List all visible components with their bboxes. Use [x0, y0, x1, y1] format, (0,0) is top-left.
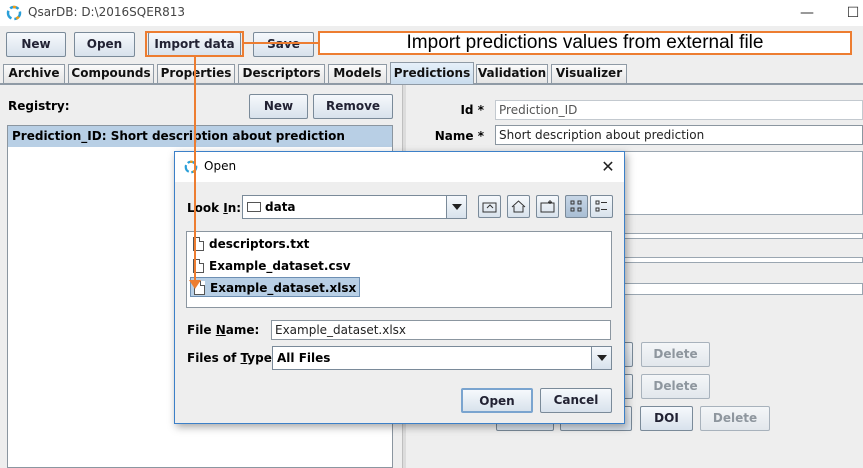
annotation-connector [243, 42, 318, 44]
dialog-title-bar [175, 152, 624, 182]
tab-properties[interactable]: Properties [157, 64, 235, 83]
file-name-label: File Name: [187, 323, 260, 337]
details-view-icon[interactable] [590, 195, 613, 218]
save-button[interactable]: Save [253, 32, 314, 57]
window-title: QsarDB: D:\2016SQER813 [28, 5, 186, 19]
open-button[interactable]: Open [74, 32, 135, 57]
chevron-down-icon[interactable] [591, 347, 611, 369]
home-icon[interactable] [507, 195, 530, 218]
annotation-arrowhead [189, 280, 201, 289]
file-type-label: Files of Type: [187, 351, 277, 365]
chevron-down-icon[interactable] [446, 196, 466, 218]
dialog-title: Open [204, 159, 237, 173]
registry-remove-button[interactable]: Remove [313, 94, 393, 119]
look-in-select[interactable]: data [242, 195, 467, 219]
annotation-callout: Import predictions values from external … [318, 31, 852, 55]
file-type-select[interactable]: All Files [272, 346, 612, 370]
tab-validation[interactable]: Validation [476, 64, 548, 83]
file-item-selected[interactable]: Example_dataset.xlsx [190, 277, 361, 297]
field-bg-1 [605, 233, 863, 239]
delete-button-1[interactable]: Delete [641, 342, 710, 367]
file-item[interactable]: descriptors.txt [190, 234, 309, 254]
new-folder-icon[interactable] [536, 195, 559, 218]
delete-button-2[interactable]: Delete [641, 374, 710, 399]
list-view-icon[interactable] [565, 195, 588, 218]
file-item[interactable]: Example_dataset.csv [190, 256, 351, 276]
minimize-button[interactable]: — [792, 3, 822, 23]
annotation-arrow-line [194, 55, 196, 284]
registry-item[interactable]: Prediction_ID: Short description about p… [8, 126, 392, 147]
delete-button-3[interactable]: Delete [700, 406, 770, 431]
tab-compounds[interactable]: Compounds [68, 64, 154, 83]
import-highlight [145, 31, 244, 57]
app-logo-icon [6, 5, 22, 21]
tab-archive[interactable]: Archive [3, 64, 65, 83]
id-field[interactable]: Prediction_ID [495, 100, 863, 120]
folder-icon [247, 202, 261, 212]
field-bg-2 [605, 257, 863, 263]
up-one-level-icon[interactable] [478, 195, 501, 218]
field-bg-3 [605, 283, 863, 295]
name-label: Name * [434, 129, 484, 143]
tab-visualizer[interactable]: Visualizer [551, 64, 627, 83]
dialog-open-button[interactable]: Open [461, 388, 533, 413]
dialog-cancel-button[interactable]: Cancel [540, 388, 612, 413]
name-field[interactable]: Short description about prediction [495, 125, 863, 145]
close-icon[interactable]: ✕ [596, 156, 620, 178]
new-button[interactable]: New [6, 32, 66, 57]
file-name-input[interactable]: Example_dataset.xlsx [271, 320, 611, 340]
registry-label: Registry: [8, 99, 70, 113]
registry-new-button[interactable]: New [249, 94, 308, 119]
tab-descriptors[interactable]: Descriptors [238, 64, 325, 83]
maximize-button[interactable]: ☐ [838, 3, 863, 23]
doi-button[interactable]: DOI [640, 406, 693, 431]
id-label: Id * [460, 103, 484, 117]
tab-predictions[interactable]: Predictions [390, 62, 474, 84]
tab-models[interactable]: Models [328, 64, 387, 83]
